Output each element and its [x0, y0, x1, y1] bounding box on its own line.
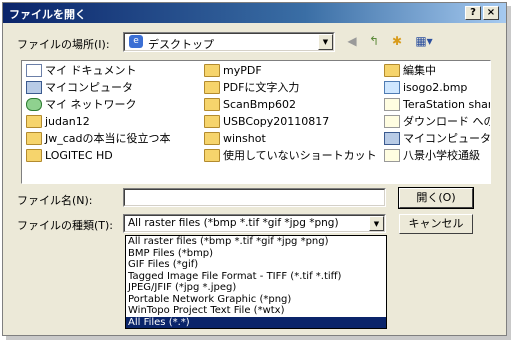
documents-icon	[26, 63, 42, 77]
filetype-dropdown-list[interactable]: All raster files (*bmp *.tif *gif *jpg *…	[125, 235, 387, 329]
close-button[interactable]: ×	[483, 6, 499, 20]
filetype-option[interactable]: JPEG/JFIF (*jpg *.jpeg)	[126, 282, 386, 294]
help-button[interactable]: ?	[465, 6, 481, 20]
filetype-option[interactable]: Portable Network Graphic (*png)	[126, 294, 386, 306]
folder-icon	[26, 114, 42, 128]
chevron-down-icon[interactable]: ▼	[369, 216, 384, 231]
folder-icon	[204, 148, 220, 162]
filetype-option[interactable]: Tagged Image File Format - TIFF (*.tif *…	[126, 271, 386, 283]
list-item[interactable]: ScanBmp602	[204, 96, 296, 112]
up-folder-icon[interactable]: ↰	[366, 33, 382, 49]
shortcut-icon	[384, 148, 400, 162]
chevron-down-icon[interactable]: ▼	[318, 34, 333, 50]
list-item[interactable]: マイコンピュータ	[26, 79, 133, 95]
folder-icon	[204, 114, 220, 128]
filetype-option[interactable]: BMP Files (*bmp)	[126, 248, 386, 260]
list-item[interactable]: TeraStation shar	[384, 96, 490, 112]
filetype-label: ファイルの種類(T):	[17, 219, 114, 232]
look-in-label: ファイルの場所(I):	[17, 38, 110, 51]
shortcut-icon	[384, 97, 400, 111]
list-item[interactable]: winshot	[204, 130, 266, 146]
filetype-option[interactable]: GIF Files (*gif)	[126, 259, 386, 271]
network-icon	[26, 97, 42, 111]
list-item[interactable]: 八景小学校通級	[384, 147, 480, 163]
folder-icon	[384, 63, 400, 77]
filename-input[interactable]	[123, 188, 386, 207]
cancel-button[interactable]: キャンセル	[399, 214, 473, 234]
filetype-value: All raster files (*bmp *.tif *gif *jpg *…	[128, 217, 339, 229]
list-item[interactable]: ダウンロード へのシ	[384, 113, 490, 129]
back-arrow-icon[interactable]: ◀	[344, 33, 360, 49]
list-item[interactable]: LOGITEC HD	[26, 147, 113, 163]
open-button[interactable]: 開く(O)	[398, 187, 474, 209]
list-item[interactable]: isogo2.bmp	[384, 79, 467, 95]
filetype-option[interactable]: WinTopo Project Text File (*wtx)	[126, 305, 386, 317]
open-file-dialog: ファイルを開く ? × ファイルの場所(I): e デスクトップ ▼ ◀ ↰ ✱…	[2, 2, 507, 336]
computer-icon	[26, 80, 42, 94]
window-title: ファイルを開く	[9, 8, 86, 21]
filetype-select[interactable]: All raster files (*bmp *.tif *gif *jpg *…	[123, 214, 386, 233]
filetype-option-selected[interactable]: All Files (*.*)	[126, 316, 386, 328]
folder-icon	[204, 63, 220, 77]
list-item[interactable]: USBCopy20110817	[204, 113, 329, 129]
list-item[interactable]: マイ ネットワーク	[26, 96, 137, 112]
look-in-value: デスクトップ	[148, 38, 214, 51]
list-item[interactable]: myPDF	[204, 62, 262, 78]
list-item[interactable]: 使用していないショートカット	[204, 147, 377, 163]
folder-icon	[26, 131, 42, 145]
list-item[interactable]: judan12	[26, 113, 90, 129]
folder-icon	[204, 80, 220, 94]
new-folder-icon[interactable]: ✱	[389, 33, 405, 49]
file-list[interactable]: マイ ドキュメント マイコンピュータ マイ ネットワーク judan12 Jw_…	[21, 60, 491, 184]
look-in-combo[interactable]: e デスクトップ ▼	[123, 32, 335, 52]
shortcut-icon	[384, 131, 400, 145]
image-icon	[384, 80, 400, 94]
folder-icon	[26, 148, 42, 162]
filename-label: ファイル名(N):	[17, 194, 93, 207]
title-bar[interactable]: ファイルを開く ? ×	[3, 3, 506, 23]
folder-icon	[204, 97, 220, 111]
list-item[interactable]: PDFに文字入力	[204, 79, 299, 95]
list-item[interactable]: マイ ドキュメント	[26, 62, 137, 78]
list-item[interactable]: 編集中	[384, 62, 436, 78]
folder-icon	[204, 131, 220, 145]
list-item[interactable]: マイコンピュータ	[384, 130, 490, 146]
list-item[interactable]: Jw_cadの本当に役立つ本	[26, 130, 171, 146]
shortcut-icon	[384, 114, 400, 128]
view-menu-icon[interactable]: ▦▾	[412, 33, 436, 49]
desktop-icon: e	[129, 35, 143, 48]
filetype-option[interactable]: All raster files (*bmp *.tif *gif *jpg *…	[126, 236, 386, 248]
